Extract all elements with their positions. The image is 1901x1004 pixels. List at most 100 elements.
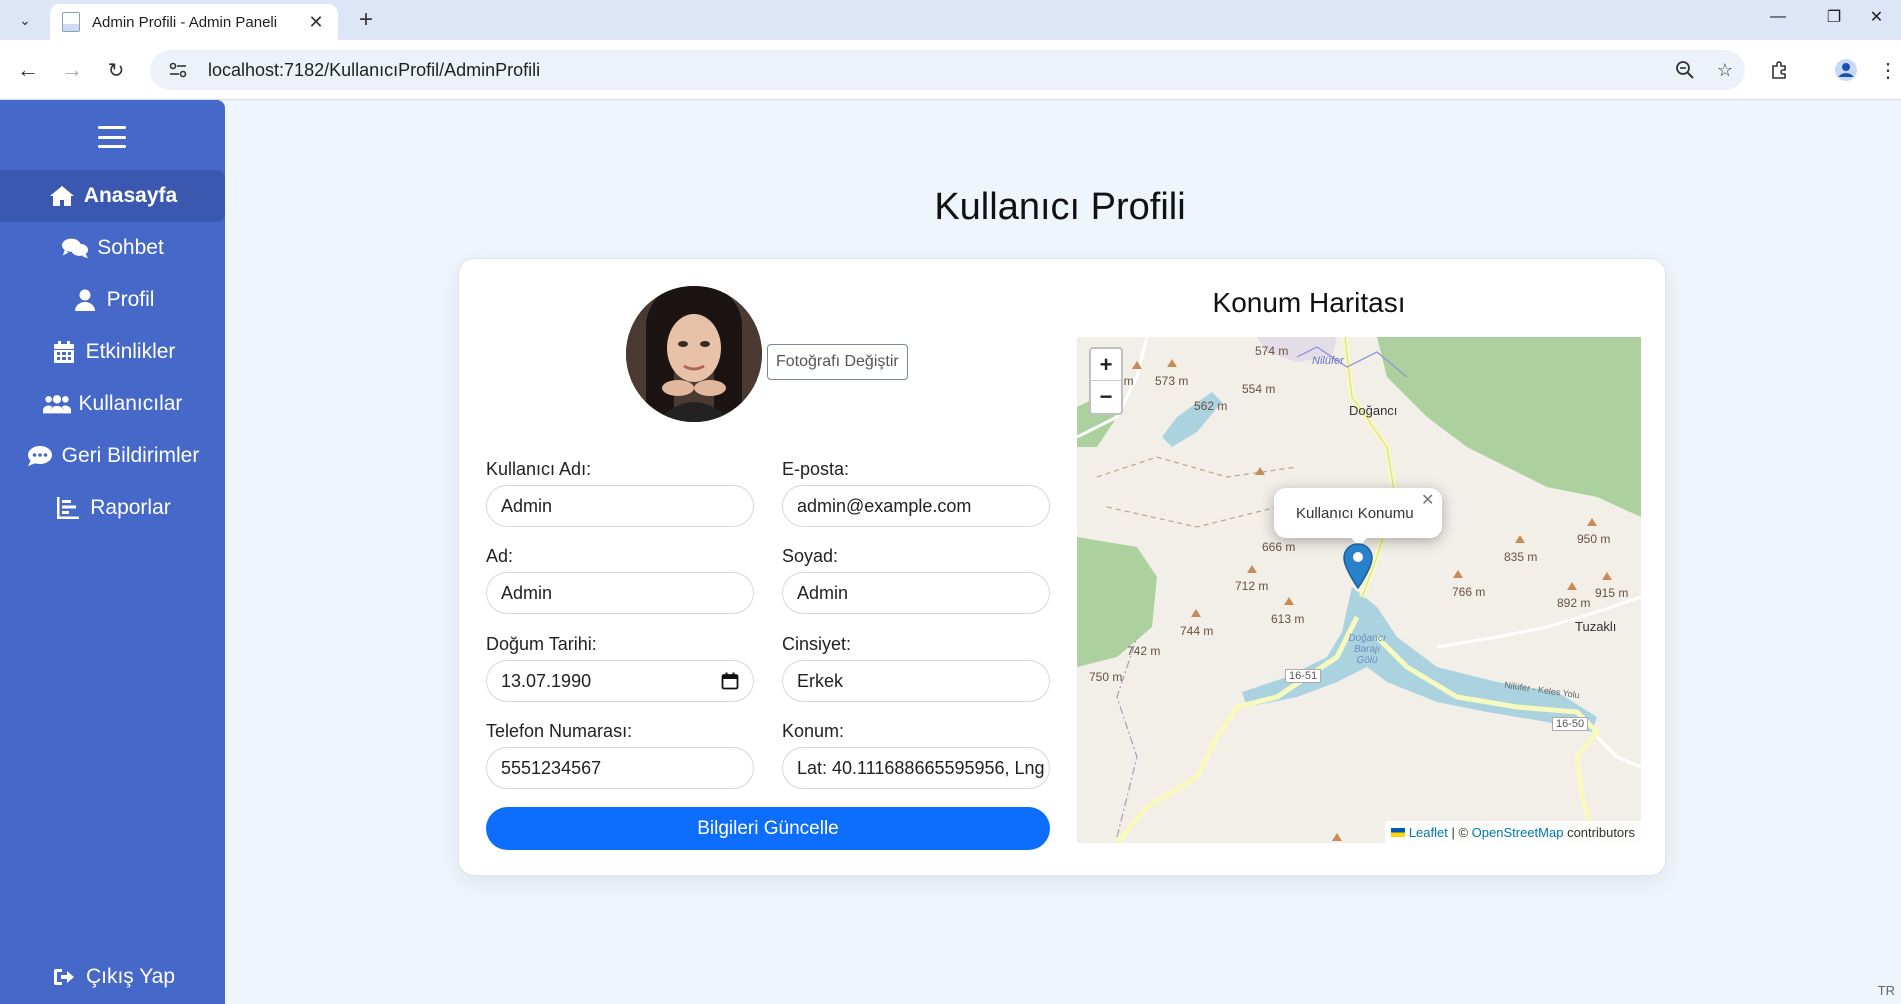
update-info-button[interactable]: Bilgileri Güncelle xyxy=(486,807,1050,850)
chat-icon xyxy=(61,236,89,260)
location-map[interactable]: 83 m 573 m 562 m 574 m 554 m Nilüfer Doğ… xyxy=(1077,337,1641,843)
email-label: E-posta: xyxy=(782,459,850,479)
url-text: localhost:7182/KullanıcıProfil/AdminProf… xyxy=(208,59,541,80)
map-elevation-label: 835 m xyxy=(1504,550,1538,564)
sidebar-item-etkinlikler[interactable]: Etkinlikler xyxy=(0,326,225,378)
tab-search-chevron-icon[interactable]: ⌄ xyxy=(8,6,42,34)
hamburger-menu-icon[interactable] xyxy=(98,126,126,148)
map-river-label: Nilüfer xyxy=(1312,355,1344,367)
logout-button[interactable]: Çıkış Yap xyxy=(0,951,225,1003)
map-lake-label: Doğancı Barajı Gölü xyxy=(1348,633,1386,666)
popup-text: Kullanıcı Konumu xyxy=(1296,504,1414,522)
zoom-in-button[interactable]: + xyxy=(1091,349,1121,381)
sidebar-item-label: Profil xyxy=(106,288,155,311)
sidebar-item-anasayfa[interactable]: Anasayfa xyxy=(0,170,225,222)
map-elevation-label: 574 m xyxy=(1255,344,1289,358)
browser-tab[interactable]: Admin Profili - Admin Paneli ✕ xyxy=(50,4,338,40)
phone-label: Telefon Numarası: xyxy=(486,721,633,741)
peak-icon xyxy=(1567,582,1577,590)
peak-icon xyxy=(1167,359,1177,367)
sidebar-item-label: Anasayfa xyxy=(83,184,178,207)
logout-label: Çıkış Yap xyxy=(85,965,176,988)
map-marker-icon[interactable] xyxy=(1343,543,1373,589)
map-zoom-control: + − xyxy=(1089,347,1123,415)
first-name-input[interactable]: Admin xyxy=(486,572,754,614)
map-elevation-label: 666 m xyxy=(1262,540,1296,554)
users-icon xyxy=(42,392,71,416)
sidebar-item-raporlar[interactable]: Raporlar xyxy=(0,482,225,534)
sidebar-item-sohbet[interactable]: Sohbet xyxy=(0,222,225,274)
map-elevation-label: 915 m xyxy=(1595,586,1629,600)
gender-label: Cinsiyet: xyxy=(782,634,852,654)
sidebar-item-kullanicilar[interactable]: Kullanıcılar xyxy=(0,378,225,430)
map-elevation-label: 562 m xyxy=(1194,399,1228,413)
change-photo-button[interactable]: Fotoğrafı Değiştir xyxy=(767,344,908,380)
map-place-label: Tuzaklı xyxy=(1575,619,1617,634)
reload-icon[interactable]: ↻ xyxy=(100,54,132,86)
sidebar-item-label: Geri Bildirimler xyxy=(61,444,200,467)
map-title: Konum Haritası xyxy=(1212,287,1406,318)
peak-icon xyxy=(1284,597,1294,605)
zoom-icon[interactable] xyxy=(1665,54,1705,86)
map-attribution: Leaflet | © OpenStreetMap contributors xyxy=(1384,821,1641,843)
map-road-shield: 16-50 xyxy=(1552,717,1589,731)
attribution-separator: | © xyxy=(1447,824,1472,840)
peak-icon xyxy=(1332,833,1342,841)
map-road-shield: 16-51 xyxy=(1285,669,1322,683)
sidebar-item-geri-bildirimler[interactable]: Geri Bildirimler xyxy=(0,430,225,482)
popup-close-icon[interactable]: ✕ xyxy=(1421,490,1434,510)
peak-icon xyxy=(1453,570,1463,578)
sidebar: Anasayfa Sohbet Profil Etkinlikler Kulla… xyxy=(0,100,225,1004)
omnibox[interactable]: localhost:7182/KullanıcıProfil/AdminProf… xyxy=(150,50,1745,90)
map-elevation-label: 892 m xyxy=(1557,596,1591,610)
sign-out-icon xyxy=(50,965,78,989)
osm-link[interactable]: OpenStreetMap xyxy=(1472,825,1564,840)
phone-input[interactable]: 5551234567 xyxy=(486,747,754,789)
map-place-label: Doğancı xyxy=(1349,403,1398,418)
gender-input[interactable]: Erkek xyxy=(782,660,1050,702)
map-elevation-label: 613 m xyxy=(1271,612,1305,626)
birth-date-value: 13.07.1990 xyxy=(501,670,592,691)
chart-bar-icon xyxy=(54,496,82,520)
location-input[interactable]: Lat: 40.111688665595956, Lng xyxy=(782,747,1050,789)
bookmark-star-icon[interactable]: ☆ xyxy=(1705,54,1745,86)
map-elevation-label: 573 m xyxy=(1155,374,1189,388)
extensions-icon[interactable] xyxy=(1764,54,1796,86)
birth-date-input[interactable]: 13.07.1990 xyxy=(486,660,754,702)
peak-icon xyxy=(1515,535,1525,543)
page-favicon-icon xyxy=(62,12,80,32)
profile-card: Fotoğrafı Değiştir Kullanıcı Adı: Admin … xyxy=(458,258,1666,876)
page-title: Kullanıcı Profili xyxy=(934,186,1186,228)
zoom-out-button[interactable]: − xyxy=(1091,381,1121,413)
profile-avatar-icon[interactable] xyxy=(1830,54,1862,86)
new-tab-icon[interactable]: + xyxy=(350,4,382,36)
peak-icon xyxy=(1602,572,1612,580)
map-elevation-label: 712 m xyxy=(1235,579,1269,593)
sidebar-item-profil[interactable]: Profil xyxy=(0,274,225,326)
calendar-picker-icon[interactable] xyxy=(721,672,739,690)
first-name-label: Ad: xyxy=(486,546,514,566)
peak-icon xyxy=(1132,361,1142,369)
map-elevation-label: 766 m xyxy=(1452,585,1486,599)
calendar-icon xyxy=(50,340,78,364)
back-icon[interactable]: ← xyxy=(12,54,44,86)
username-input[interactable]: Admin xyxy=(486,485,754,527)
sidebar-item-label: Kullanıcılar xyxy=(78,392,183,415)
close-window-icon[interactable]: ✕ xyxy=(1852,0,1901,34)
map-elevation-label: 950 m xyxy=(1577,532,1611,546)
leaflet-link[interactable]: Leaflet xyxy=(1409,825,1448,840)
browser-menu-icon[interactable]: ⋮ xyxy=(1876,54,1900,86)
email-input[interactable]: admin@example.com xyxy=(782,485,1050,527)
attribution-suffix: contributors xyxy=(1563,824,1635,840)
site-info-icon[interactable] xyxy=(166,58,190,82)
tab-title: Admin Profili - Admin Paneli xyxy=(92,13,278,31)
forward-icon[interactable]: → xyxy=(56,54,88,86)
sidebar-item-label: Etkinlikler xyxy=(85,340,176,363)
peak-icon xyxy=(1587,518,1597,526)
last-name-input[interactable]: Admin xyxy=(782,572,1050,614)
location-label: Konum: xyxy=(782,721,845,741)
tab-close-icon[interactable]: ✕ xyxy=(306,12,326,33)
minimize-icon[interactable]: — xyxy=(1750,0,1806,34)
sidebar-item-label: Sohbet xyxy=(97,236,164,259)
address-bar-row: ← → ↻ localhost:7182/KullanıcıProfil/Adm… xyxy=(0,40,1901,100)
